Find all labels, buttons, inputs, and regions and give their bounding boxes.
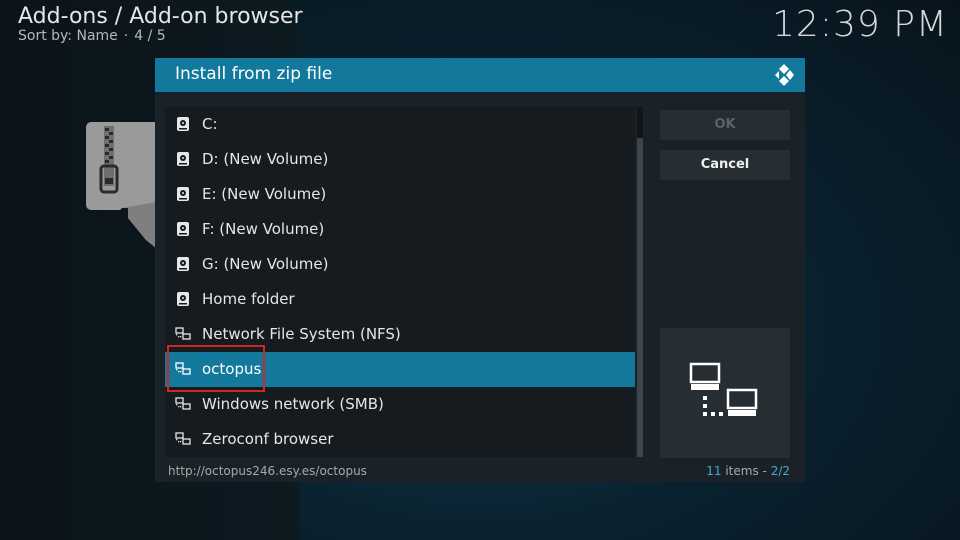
position-indicator: 4 / 5	[134, 28, 166, 44]
scrollbar-thumb[interactable]	[637, 138, 643, 457]
network-icon	[175, 397, 191, 410]
sort-info: Sort by: Name · 4 / 5	[18, 28, 166, 44]
list-item[interactable]: D: (New Volume)	[165, 142, 635, 177]
ok-button[interactable]: OK	[660, 110, 790, 140]
item-count: 11 items - 2/2	[706, 464, 790, 478]
cancel-button[interactable]: Cancel	[660, 150, 790, 180]
network-icon	[689, 362, 758, 416]
page-title: Add-ons / Add-on browser	[18, 4, 303, 29]
item-count-suffix: items -	[725, 464, 767, 478]
list-item[interactable]: F: (New Volume)	[165, 212, 635, 247]
list-item-label: C:	[202, 115, 218, 133]
list-item[interactable]: G: (New Volume)	[165, 247, 635, 282]
list-item-label: F: (New Volume)	[202, 220, 325, 238]
list-item[interactable]: Windows network (SMB)	[165, 387, 635, 422]
list-item[interactable]: E: (New Volume)	[165, 177, 635, 212]
zip-file-icon	[86, 122, 156, 248]
separator: ·	[123, 28, 129, 44]
network-icon	[175, 327, 191, 340]
source-list: C: D: (New Volume) E: (New Volume) F: (N…	[165, 107, 635, 457]
list-item-label: Network File System (NFS)	[202, 325, 401, 343]
install-zip-dialog: Install from zip file C: D: (New Volume)…	[155, 58, 805, 482]
list-item[interactable]: Zeroconf browser	[165, 422, 635, 457]
list-item-label: Windows network (SMB)	[202, 395, 384, 413]
list-item-label: Zeroconf browser	[202, 430, 334, 448]
network-icon	[175, 432, 191, 445]
hard-drive-icon	[177, 257, 189, 271]
hard-drive-icon	[177, 222, 189, 236]
scrollbar[interactable]	[637, 107, 643, 457]
dialog-header: Install from zip file	[155, 58, 805, 92]
list-item[interactable]: C:	[165, 107, 635, 142]
sort-label: Sort by: Name	[18, 28, 118, 44]
dialog-title: Install from zip file	[175, 64, 333, 84]
preview-panel	[660, 328, 790, 458]
hard-drive-icon	[177, 152, 189, 166]
hard-drive-icon	[177, 187, 189, 201]
list-item[interactable]: Home folder	[165, 282, 635, 317]
item-count-number: 11	[706, 464, 722, 478]
page-indicator: 2/2	[770, 464, 790, 478]
hard-drive-icon	[177, 292, 189, 306]
hard-drive-icon	[177, 117, 189, 131]
list-item-label: D: (New Volume)	[202, 150, 329, 168]
current-path: http://octopus246.esy.es/octopus	[168, 464, 367, 478]
list-item-label: Home folder	[202, 290, 295, 308]
clock: 12:39 PM	[772, 4, 948, 45]
kodi-logo-icon	[775, 64, 794, 86]
list-item-label: G: (New Volume)	[202, 255, 329, 273]
list-item-label: E: (New Volume)	[202, 185, 327, 203]
annotation-highlight-box	[167, 345, 265, 392]
